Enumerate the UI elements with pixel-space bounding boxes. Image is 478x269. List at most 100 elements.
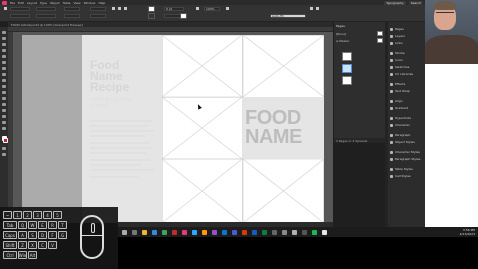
panel-links[interactable]: Links: [388, 40, 425, 46]
select-container-icon[interactable]: [124, 7, 127, 10]
panel-text-wrap[interactable]: Text Wrap: [388, 88, 425, 94]
fill-swatch[interactable]: [148, 6, 155, 12]
rectangle-frame-tool-icon[interactable]: [2, 79, 6, 82]
menu-type[interactable]: Type: [40, 1, 47, 5]
pages-panel-tab[interactable]: Pages: [336, 24, 345, 28]
app-icon[interactable]: [322, 230, 327, 235]
premiere-icon[interactable]: [212, 230, 217, 235]
panel-color[interactable]: Color: [388, 57, 425, 63]
note-tool-icon[interactable]: [2, 109, 6, 112]
apply-color-icon[interactable]: [2, 147, 6, 150]
y-field[interactable]: [10, 14, 30, 18]
app-icon[interactable]: [292, 230, 297, 235]
flip-icon[interactable]: [118, 7, 121, 10]
outlook-icon[interactable]: [222, 230, 227, 235]
text-wrap-icon[interactable]: [226, 7, 229, 10]
powerpoint-icon[interactable]: [242, 230, 247, 235]
acrobat-icon[interactable]: [172, 230, 177, 235]
menu-layout[interactable]: Layout: [27, 1, 37, 5]
page-tool-icon[interactable]: [2, 43, 6, 46]
width-field[interactable]: [36, 7, 56, 11]
system-clock[interactable]: 3:56 PM 4/13/2023: [460, 228, 475, 236]
menu-window[interactable]: Window: [84, 1, 96, 5]
search-field[interactable]: Search: [408, 0, 423, 5]
scale-y-field[interactable]: [64, 14, 80, 18]
panel-effects[interactable]: Effects: [388, 81, 425, 87]
panel-hyperlinks[interactable]: Hyperlinks: [388, 115, 425, 121]
scissors-tool-icon[interactable]: [2, 91, 6, 94]
panel-paragraph-styles[interactable]: Paragraph Styles: [388, 156, 425, 162]
rotate-icon[interactable]: [112, 7, 115, 10]
reference-point-icon[interactable]: [4, 7, 7, 10]
edge-browser-icon[interactable]: [152, 230, 157, 235]
recipe-subtitle[interactable]: Lorem ipsum dolor sit amet: [90, 97, 131, 109]
gradient-tool-icon[interactable]: [2, 103, 6, 106]
panel-character-styles[interactable]: Character Styles: [388, 149, 425, 155]
menu-edit[interactable]: Edit: [18, 1, 24, 5]
selection-tool-icon[interactable]: [2, 31, 6, 34]
frame-fitting-icon[interactable]: [310, 7, 313, 10]
a-master-thumb[interactable]: [377, 38, 383, 43]
menu-help[interactable]: Help: [98, 1, 105, 5]
none-master-thumb[interactable]: [377, 31, 383, 36]
fit-content-icon[interactable]: [316, 7, 319, 10]
app-icon[interactable]: [282, 230, 287, 235]
panel-cc-libraries[interactable]: CC Libraries: [388, 71, 425, 77]
app-logo-icon[interactable]: [2, 0, 7, 5]
panel-layers[interactable]: Layers: [388, 33, 425, 39]
app-icon[interactable]: [312, 230, 317, 235]
stroke-style-swatch[interactable]: [180, 13, 187, 19]
hand-tool-icon[interactable]: [2, 121, 6, 124]
photoshop-icon[interactable]: [192, 230, 197, 235]
menu-file[interactable]: File: [10, 1, 15, 5]
search-icon[interactable]: [122, 230, 127, 235]
height-field[interactable]: [36, 14, 56, 18]
scale-x-field[interactable]: [64, 7, 80, 11]
settings-icon[interactable]: [272, 230, 277, 235]
stroke-swatch[interactable]: [148, 13, 155, 19]
panel-paragraph[interactable]: Paragraph: [388, 132, 425, 138]
teams-icon[interactable]: [232, 230, 237, 235]
food-name-heading[interactable]: FOOD NAME: [245, 108, 302, 147]
effects-icon[interactable]: [196, 7, 199, 10]
panel-cell-styles[interactable]: Cell Styles: [388, 173, 425, 179]
panel-table-styles[interactable]: Table Styles: [388, 166, 425, 172]
pencil-tool-icon[interactable]: [2, 73, 6, 76]
panel-swatches[interactable]: Swatches: [388, 64, 425, 70]
page-thumb-2[interactable]: [342, 64, 352, 73]
zoom-tool-icon[interactable]: [2, 127, 6, 130]
word-icon[interactable]: [252, 230, 257, 235]
illustrator-icon[interactable]: [202, 230, 207, 235]
workspace-switcher[interactable]: Typography: [384, 0, 406, 5]
none-master-label[interactable]: [None]: [336, 32, 346, 36]
panel-pages[interactable]: Pages: [388, 26, 425, 32]
eyedropper-tool-icon[interactable]: [2, 115, 6, 118]
auto-fit-label[interactable]: Auto-Fit: [272, 14, 284, 18]
pen-tool-icon[interactable]: [2, 67, 6, 70]
shear-field[interactable]: [90, 14, 106, 18]
type-tool-icon[interactable]: [2, 55, 6, 58]
free-transform-tool-icon[interactable]: [2, 97, 6, 100]
rectangle-tool-icon[interactable]: [2, 85, 6, 88]
panel-stroke[interactable]: Stroke: [388, 50, 425, 56]
recipe-title[interactable]: Food Name Recipe: [90, 59, 129, 93]
gap-tool-icon[interactable]: [2, 49, 6, 52]
file-explorer-icon[interactable]: [142, 230, 147, 235]
screen-mode-icon[interactable]: [2, 153, 6, 156]
direct-selection-tool-icon[interactable]: [2, 37, 6, 40]
menu-object[interactable]: Object: [50, 1, 60, 5]
panel-character[interactable]: Character: [388, 122, 425, 128]
menu-table[interactable]: Table: [63, 1, 71, 5]
excel-icon[interactable]: [262, 230, 267, 235]
indesign-icon[interactable]: [182, 230, 187, 235]
page-thumb-1[interactable]: [342, 52, 352, 61]
page-thumb-3[interactable]: [342, 76, 352, 85]
chrome-browser-icon[interactable]: [162, 230, 167, 235]
panel-gradient[interactable]: Gradient: [388, 105, 425, 111]
task-view-icon[interactable]: [132, 230, 137, 235]
x-field[interactable]: [10, 7, 30, 11]
app-icon[interactable]: [302, 230, 307, 235]
rotate-field[interactable]: [90, 7, 106, 11]
menu-view[interactable]: View: [73, 1, 80, 5]
line-tool-icon[interactable]: [2, 61, 6, 64]
